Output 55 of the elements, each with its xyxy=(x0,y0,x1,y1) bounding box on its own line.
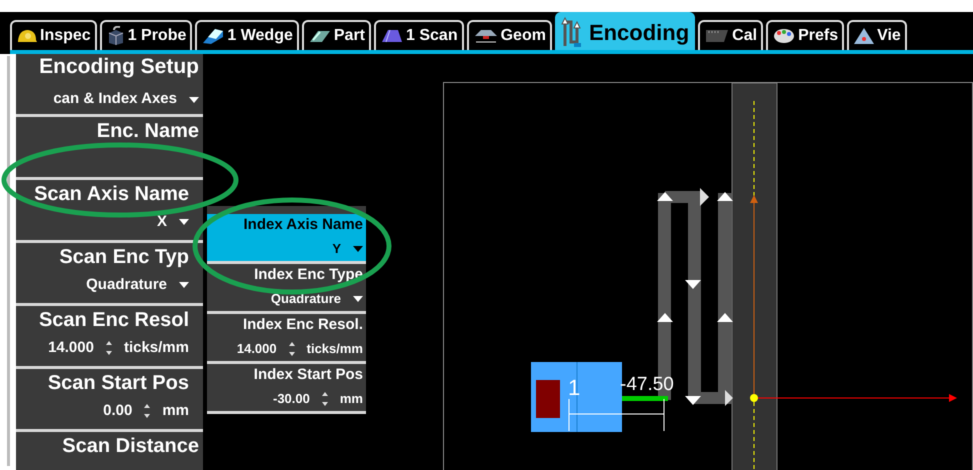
setting-label: Scan Distance xyxy=(62,434,199,459)
spinner-value[interactable]: -30.00 xyxy=(273,388,310,408)
offset-bar xyxy=(622,396,668,401)
wedge-icon xyxy=(201,27,226,45)
block-icon xyxy=(704,28,730,44)
triangle-icon xyxy=(853,27,876,45)
dropdown-caret-icon xyxy=(189,96,199,102)
tab[interactable]: Prefs xyxy=(766,20,844,50)
tab[interactable]: Vie xyxy=(847,20,907,50)
dropdown[interactable]: can & Index Axes xyxy=(53,88,199,111)
dropdown-caret-icon xyxy=(179,282,189,288)
spinner-value[interactable]: 14.000 xyxy=(48,337,94,360)
setting-label: Scan Enc Typ xyxy=(59,245,189,270)
spinner-value[interactable]: 0.00 xyxy=(103,400,132,422)
spinner-icon xyxy=(144,404,150,418)
spinner-icon xyxy=(106,341,112,356)
tab[interactable]: 1 Scan xyxy=(374,20,464,50)
plate-icon xyxy=(308,28,332,44)
scrollbar[interactable] xyxy=(0,54,16,470)
unit-label: mm xyxy=(340,390,363,408)
helmet-icon xyxy=(16,28,38,44)
unit-label: ticks/mm xyxy=(124,338,189,358)
dropdown[interactable]: Quadrature xyxy=(86,274,189,296)
tab[interactable]: 1 Probe xyxy=(100,20,192,50)
tab[interactable]: Encoding xyxy=(554,12,696,50)
tab[interactable]: Part xyxy=(302,20,371,50)
element-block xyxy=(536,380,560,418)
setting-label: Index Enc Resol. xyxy=(242,315,363,335)
dropdown-caret-icon xyxy=(353,296,363,302)
dropdown[interactable]: Quadrature xyxy=(270,288,363,308)
dropdown[interactable]: X xyxy=(156,211,189,234)
palette-icon xyxy=(772,27,796,45)
setting-label: Scan Axis Name xyxy=(34,182,189,207)
tab[interactable]: Geom xyxy=(466,20,552,50)
setting-label: Scan Start Pos xyxy=(48,371,189,396)
setting-label: Index Axis Name xyxy=(244,215,363,235)
spinner-icon xyxy=(288,342,295,356)
panel-title: Encoding Setup xyxy=(39,54,199,80)
units-icon xyxy=(472,27,499,45)
dropdown-caret-icon xyxy=(179,219,189,226)
spinner-icon xyxy=(322,392,328,406)
origin-dot xyxy=(750,394,758,402)
spinner-value[interactable]: 14.000 xyxy=(236,338,277,358)
dropdown[interactable]: Y xyxy=(332,238,363,258)
tab[interactable]: 1 Wedge xyxy=(195,20,299,50)
dropdown-caret-icon xyxy=(353,246,363,252)
setting-label: Enc. Name xyxy=(96,119,199,144)
unit-label: mm xyxy=(162,401,189,421)
tab[interactable]: Cal xyxy=(698,20,764,50)
probe-number: 1 xyxy=(568,375,580,400)
setting-label: Index Start Pos xyxy=(254,365,363,385)
tab[interactable]: Inspec xyxy=(10,20,97,50)
unit-label: ticks/mm xyxy=(306,340,363,358)
fan-icon xyxy=(380,28,404,44)
setting-label: Scan Enc Resol xyxy=(38,308,189,333)
